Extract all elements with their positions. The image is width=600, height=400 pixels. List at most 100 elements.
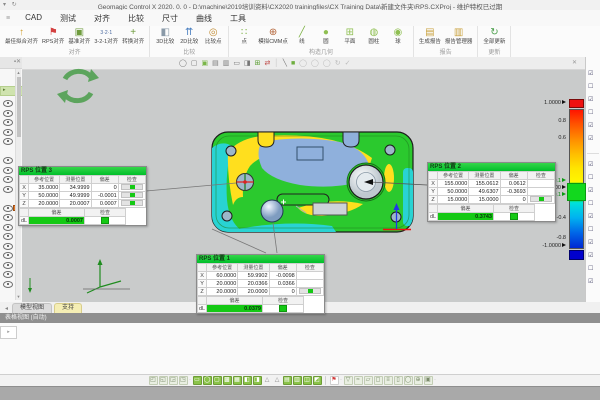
- page-layout-icon[interactable]: ▭: [233, 59, 240, 68]
- visibility-eye-icon[interactable]: [3, 129, 13, 136]
- option-checkbox[interactable]: ☑: [588, 240, 593, 247]
- panel-tool-icon[interactable]: ▯: [394, 376, 403, 385]
- menu-tab-曲线[interactable]: 曲线: [187, 11, 221, 26]
- 3-2-1-align-button[interactable]: 3·2·13-2-1对齐: [92, 26, 120, 46]
- report-manager-button[interactable]: ▥报告管理器: [443, 26, 475, 46]
- visibility-eye-icon[interactable]: [3, 262, 13, 269]
- comparison-point-button[interactable]: ◎比较点: [201, 26, 225, 46]
- visibility-eye-icon[interactable]: [3, 176, 13, 183]
- split-view-icon[interactable]: ◨: [244, 59, 251, 68]
- visibility-eye-icon[interactable]: [3, 205, 13, 212]
- 3d-compare-button[interactable]: ◧3D比较: [153, 26, 177, 46]
- color-map-toggle-icon[interactable]: ■: [291, 59, 295, 68]
- visibility-eye-icon[interactable]: [3, 100, 13, 107]
- tri-down-icon[interactable]: △: [273, 376, 282, 385]
- zoom-disabled-icon[interactable]: ◯: [323, 59, 331, 68]
- visibility-eye-icon[interactable]: [3, 186, 13, 193]
- simulated-cmm-point-button[interactable]: ⊕模拟CMM点: [256, 26, 290, 46]
- refresh-view-icon[interactable]: ↻: [335, 59, 341, 68]
- plane-button[interactable]: ⊞平面: [338, 26, 362, 46]
- app-menu-icon[interactable]: ≡: [6, 15, 10, 22]
- shade-mode-icon[interactable]: ▤: [212, 59, 219, 68]
- 2d-compare-button[interactable]: ⇈2D比较: [177, 26, 201, 46]
- view-iso-icon[interactable]: ◩: [313, 376, 322, 385]
- circle-tool-icon[interactable]: ◯: [404, 376, 413, 385]
- best-fit-align-button[interactable]: ↑最佳拟合对齐: [3, 26, 40, 46]
- option-checkbox[interactable]: ☐: [588, 175, 593, 182]
- select-through-icon[interactable]: ◨: [253, 376, 262, 385]
- visibility-eye-icon[interactable]: [3, 214, 13, 221]
- view-mode-icon[interactable]: ▣: [201, 59, 208, 68]
- tab-support[interactable]: 支持: [54, 303, 82, 313]
- flag-tool-icon[interactable]: ⚑: [330, 376, 339, 385]
- menu-tab-尺寸[interactable]: 尺寸: [153, 11, 187, 26]
- generate-report-button[interactable]: ▤生成报告: [417, 26, 443, 46]
- option-checkbox[interactable]: ☑: [588, 162, 593, 169]
- rps-annotation-3[interactable]: RPS 位置 3 参考位置测量位置偏差检查 X35.000034.99990 Y…: [18, 166, 147, 226]
- visibility-eye-icon[interactable]: [3, 224, 13, 231]
- select-flood-icon[interactable]: ◧: [243, 376, 252, 385]
- option-checkbox[interactable]: ☐: [588, 227, 593, 234]
- option-checkbox[interactable]: ☑: [588, 188, 593, 195]
- visibility-eye-icon[interactable]: [3, 252, 13, 259]
- option-checkbox[interactable]: ☑: [588, 214, 593, 221]
- option-checkbox[interactable]: ☐: [588, 110, 593, 117]
- confirm-icon[interactable]: ✓: [345, 59, 351, 68]
- menu-tab-对齐[interactable]: 对齐: [85, 11, 119, 26]
- select-paint-icon[interactable]: ▦: [233, 376, 242, 385]
- update-all-button[interactable]: ↻全部更新: [481, 26, 507, 46]
- panel-handle[interactable]: ▸: [0, 326, 17, 339]
- view-front-icon[interactable]: ▤: [283, 376, 292, 385]
- select-circle-icon[interactable]: ◯: [179, 59, 187, 68]
- tri-up-icon[interactable]: △: [263, 376, 272, 385]
- visibility-eye-icon[interactable]: [3, 119, 13, 126]
- sphere-button[interactable]: ◉球: [386, 26, 410, 46]
- orbit-disabled-icon[interactable]: ◯: [299, 59, 307, 68]
- visibility-eye-icon[interactable]: [3, 281, 13, 288]
- option-checkbox[interactable]: ☐: [588, 84, 593, 91]
- compare-toggle-icon[interactable]: ⇄: [264, 59, 270, 68]
- visibility-eye-icon[interactable]: [3, 233, 13, 240]
- rps-align-button[interactable]: ⚑RPS对齐: [40, 26, 66, 46]
- mode-a-icon[interactable]: ◰: [149, 376, 158, 385]
- measure-line-icon[interactable]: ╲: [283, 59, 287, 68]
- option-checkbox[interactable]: ☑: [588, 279, 593, 286]
- select-box-icon[interactable]: ▢: [191, 59, 198, 68]
- datum-align-button[interactable]: ▣基准对齐: [66, 26, 92, 46]
- view-side-icon[interactable]: ▥: [293, 376, 302, 385]
- deviation-color-scale[interactable]: [569, 99, 582, 259]
- grid-tool-icon[interactable]: ▣: [424, 376, 433, 385]
- menu-tab-工具[interactable]: 工具: [221, 11, 255, 26]
- select-polygon-icon[interactable]: ▢: [213, 376, 222, 385]
- scroll-up-icon[interactable]: ▲: [16, 70, 21, 75]
- visibility-eye-icon[interactable]: [3, 167, 13, 174]
- pan-disabled-icon[interactable]: ◯: [311, 59, 319, 68]
- option-checkbox[interactable]: ☑: [588, 123, 593, 130]
- mode-b-icon[interactable]: ◱: [159, 376, 168, 385]
- visibility-eye-icon[interactable]: [3, 138, 13, 145]
- plane-tool-icon[interactable]: ▱: [364, 376, 373, 385]
- visibility-eye-icon[interactable]: [3, 243, 13, 250]
- viewport-close-icon[interactable]: ✕: [572, 59, 577, 66]
- point-button[interactable]: ∷点: [232, 26, 256, 46]
- scrollbar-thumb[interactable]: [17, 77, 21, 137]
- smooth-icon[interactable]: ≈: [354, 376, 363, 385]
- option-checkbox[interactable]: ☑: [588, 71, 593, 78]
- option-checkbox[interactable]: ☐: [588, 266, 593, 273]
- option-checkbox[interactable]: ☑: [588, 97, 593, 104]
- option-checkbox[interactable]: ☑: [588, 136, 593, 143]
- filter-icon[interactable]: ▽: [344, 376, 353, 385]
- list-tool-icon[interactable]: ≡: [384, 376, 393, 385]
- circle-button[interactable]: ●圆: [314, 26, 338, 46]
- scroll-down-icon[interactable]: ▼: [16, 294, 21, 299]
- visibility-eye-icon[interactable]: [3, 157, 13, 164]
- rps-annotation-2[interactable]: RPS 位置 2 参考位置测量位置偏差检查 X155.0000155.06120…: [427, 162, 556, 222]
- cylinder-button[interactable]: ◍圆柱: [362, 26, 386, 46]
- tab-model-views[interactable]: 模型视图: [12, 303, 52, 313]
- option-checkbox[interactable]: ☑: [588, 253, 593, 260]
- line-button[interactable]: ╱线: [290, 26, 314, 46]
- option-checkbox[interactable]: ☐: [588, 201, 593, 208]
- menu-tab-测试[interactable]: 测试: [51, 11, 85, 26]
- transform-align-button[interactable]: +转换对齐: [120, 26, 146, 46]
- select-rectangle-icon[interactable]: ▭: [193, 376, 202, 385]
